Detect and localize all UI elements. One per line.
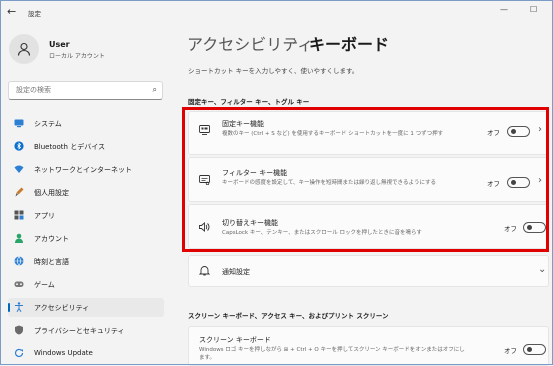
chevron-right-icon[interactable]: › [538, 175, 542, 186]
accounts-icon [14, 233, 24, 243]
section-title: スクリーン キーボード、アクセス キー、およびプリント スクリーン [188, 312, 389, 320]
speaker-icon [199, 222, 210, 235]
system-icon [14, 118, 24, 128]
nav-item-accessibility[interactable]: アクセシビリティ [8, 298, 164, 317]
filter-keys-description: キーボードの感度を設定して、キー操作を短時間または繰り返し無視できるようにする [222, 180, 437, 186]
page-title: キーボード [309, 35, 390, 54]
toggle-keys-description: CapsLock キー、テンキー、またはスクロール ロックを押したときに音を鳴ら… [222, 230, 422, 236]
nav-label: アカウント [34, 235, 69, 243]
sticky-keys-toggle[interactable] [507, 126, 530, 137]
gaming-icon [14, 279, 24, 289]
accessibility-icon [14, 302, 24, 313]
nav-item-time-language[interactable]: 時刻と言語 [8, 252, 164, 271]
bell-icon [198, 265, 211, 279]
nav-item-windows-update[interactable]: Windows Update [8, 344, 164, 363]
nav-label: 時刻と言語 [34, 258, 69, 266]
breadcrumb-separator: › [292, 34, 298, 49]
chevron-down-icon[interactable]: ⌄ [538, 264, 546, 275]
sticky-keys-title: 固定キー機能 [222, 120, 264, 128]
section-title: 固定キー、フィルター キー、トグル キー [188, 98, 310, 106]
privacy-icon [14, 325, 24, 335]
sticky-keys-icon [199, 125, 210, 138]
nav-label: アクセシビリティ [34, 304, 90, 312]
nav-item-network[interactable]: ネットワークとインターネット [8, 160, 164, 179]
title-bar: ← 設定 — ☐ [0, 0, 553, 26]
apps-icon [14, 210, 24, 220]
filter-keys-icon [199, 175, 210, 188]
filter-keys-title: フィルター キー機能 [222, 169, 288, 177]
toggle-keys-card: 切り替えキー機能 CapsLock キー、テンキー、またはスクロール ロックを押… [188, 204, 549, 249]
sticky-keys-state: オフ [487, 129, 500, 137]
nav-label: Bluetooth とデバイス [34, 143, 105, 151]
nav-item-privacy[interactable]: プライバシーとセキュリティ [8, 321, 164, 340]
onscreen-keyboard-toggle[interactable] [523, 344, 546, 355]
nav-label: Windows Update [34, 349, 93, 357]
chevron-right-icon[interactable]: › [538, 124, 542, 135]
nav-label: ゲーム [34, 281, 55, 289]
minimize-button[interactable]: — [500, 5, 508, 14]
maximize-button[interactable]: ☐ [530, 5, 537, 14]
search-icon[interactable]: ⌕ [153, 85, 157, 95]
nav-item-personalization[interactable]: 個人用設定 [8, 183, 164, 202]
page-description: ショートカット キーを入力しやすく、使いやすくします。 [188, 67, 359, 75]
back-button[interactable]: ← [7, 5, 16, 18]
user-name: User [49, 40, 70, 49]
onscreen-keyboard-description: Windows ロゴ キーを押しながら ⊞ + Ctrl + O キーを押してス… [199, 347, 465, 361]
onscreen-keyboard-state: オフ [504, 347, 517, 355]
nav-label: 個人用設定 [34, 189, 69, 197]
filter-keys-card[interactable]: フィルター キー機能 キーボードの感度を設定して、キー操作を短時間または繰り返し… [188, 157, 549, 202]
windows-update-icon [14, 348, 24, 358]
search-box[interactable]: ⌕ [8, 81, 163, 100]
sticky-keys-card[interactable]: 固定キー機能 複数のキー (Ctrl + S など) を使用するキーボード ショ… [188, 111, 549, 155]
toggle-keys-toggle[interactable] [523, 222, 546, 233]
search-input[interactable] [14, 85, 148, 95]
nav-item-apps[interactable]: アプリ [8, 206, 164, 225]
nav-label: システム [34, 120, 62, 128]
time-language-icon [14, 256, 24, 266]
nav-label: アプリ [34, 212, 55, 220]
onscreen-keyboard-card: スクリーン キーボード Windows ロゴ キーを押しながら ⊞ + Ctrl… [188, 326, 549, 366]
bluetooth-icon [14, 141, 24, 151]
filter-keys-state: オフ [487, 180, 500, 188]
toggle-keys-title: 切り替えキー機能 [222, 219, 278, 227]
sticky-keys-description: 複数のキー (Ctrl + S など) を使用するキーボード ショートカットを一… [222, 131, 444, 137]
notifications-title: 通知設定 [222, 268, 250, 276]
nav-item-gaming[interactable]: ゲーム [8, 275, 164, 294]
nav-item-bluetooth[interactable]: Bluetooth とデバイス [8, 137, 164, 156]
notifications-card[interactable]: 通知設定 ⌄ [188, 255, 549, 287]
nav-label: ネットワークとインターネット [34, 166, 132, 174]
onscreen-keyboard-title: スクリーン キーボード [199, 336, 271, 344]
nav-item-accounts[interactable]: アカウント [8, 229, 164, 248]
toggle-keys-state: オフ [504, 225, 517, 233]
account-type: ローカル アカウント [49, 53, 105, 60]
avatar[interactable] [9, 34, 39, 64]
window-title: 設定 [28, 10, 41, 18]
filter-keys-toggle[interactable] [507, 177, 530, 188]
personalization-icon [14, 187, 24, 197]
user-icon [17, 42, 31, 56]
nav-label: プライバシーとセキュリティ [34, 327, 125, 335]
network-icon [14, 164, 24, 174]
nav-item-system[interactable]: システム [8, 114, 164, 133]
selection-indicator [8, 303, 10, 312]
